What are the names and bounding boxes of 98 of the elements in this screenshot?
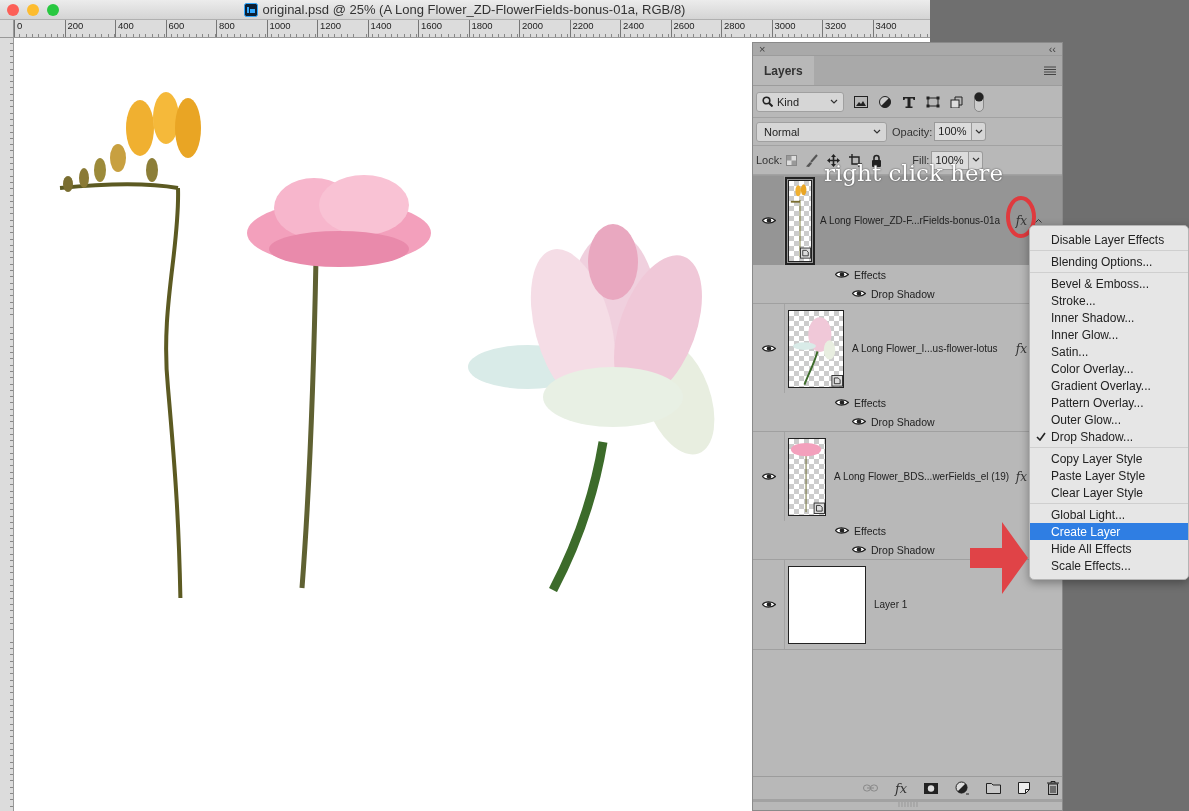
lock-label: Lock: [756, 154, 783, 166]
effects-label: Effects [854, 396, 886, 409]
search-icon [762, 96, 773, 107]
ruler-label: 2200 [569, 20, 620, 37]
filter-dropdown[interactable]: Kind [756, 91, 844, 112]
ruler-label: 200 [64, 20, 115, 37]
new-layer-icon[interactable] [1018, 782, 1031, 794]
ruler-label: 2600 [670, 20, 721, 37]
menu-item[interactable]: Stroke... [1030, 292, 1188, 309]
collapse-button[interactable]: ‹‹ [1048, 43, 1056, 55]
pointer-arrow [970, 522, 1028, 594]
menu-item[interactable]: Drop Shadow... [1030, 428, 1188, 445]
ruler-label: 3400 [872, 20, 923, 37]
layer-name: A Long Flower_I...us-flower-lotus [852, 343, 999, 354]
dropdown-button[interactable] [972, 122, 987, 141]
visibility-eye-icon[interactable] [835, 270, 849, 279]
close-button[interactable]: × [759, 43, 766, 55]
menu-item[interactable]: Clear Layer Style [1030, 484, 1188, 501]
menu-item[interactable]: Disable Layer Effects [1030, 231, 1188, 248]
menu-item[interactable]: Bevel & Emboss... [1030, 275, 1188, 292]
image-icon[interactable] [854, 95, 868, 108]
menu-item[interactable]: Inner Glow... [1030, 326, 1188, 343]
effect-name: Drop Shadow [871, 543, 935, 556]
layer-name: Layer 1 [874, 599, 909, 610]
menu-item[interactable]: Pattern Overlay... [1030, 394, 1188, 411]
ruler-label: 2400 [620, 20, 671, 37]
effect-name: Drop Shadow [871, 415, 935, 428]
ruler-label: 3000 [771, 20, 822, 37]
ruler-label: 0 [14, 20, 65, 37]
ruler-label: 800 [216, 20, 267, 37]
effects-label: Effects [854, 524, 886, 537]
visibility-eye-icon[interactable] [835, 398, 849, 407]
visibility-eye-icon[interactable] [852, 545, 866, 554]
menu-item[interactable]: Hide All Effects [1030, 540, 1188, 557]
caret-up-icon[interactable] [1035, 218, 1042, 223]
menu-item[interactable]: Satin... [1030, 343, 1188, 360]
mask-icon[interactable] [924, 782, 939, 794]
folder-icon[interactable] [986, 782, 1002, 794]
ruler-label: 400 [115, 20, 166, 37]
visibility-eye-icon[interactable] [835, 526, 849, 535]
menu-item[interactable]: Blending Options... [1030, 253, 1188, 270]
menu-item[interactable]: Color Overlay... [1030, 360, 1188, 377]
visibility-eye-icon[interactable] [852, 289, 866, 298]
chevron-down-icon [974, 128, 983, 135]
visibility-eye-icon[interactable] [761, 472, 776, 481]
ruler-label: 1800 [468, 20, 519, 37]
layer-name: A Long Flower_ZD-F...rFields-bonus-01a [820, 215, 1002, 226]
menu-icon[interactable] [1044, 66, 1056, 75]
half-circle-icon[interactable] [955, 781, 970, 795]
chevron-down-icon [971, 157, 980, 163]
layer-row[interactable]: Layer 1 [753, 560, 1029, 649]
fill-label: Fill: [912, 154, 930, 166]
ruler-label: 1200 [317, 20, 368, 37]
menu-item[interactable]: Inner Shadow... [1030, 309, 1188, 326]
visibility-eye-icon[interactable] [761, 600, 776, 609]
fx-label: fx [1015, 469, 1027, 484]
fx-label: fx [1015, 213, 1027, 228]
visibility-eye-icon[interactable] [761, 216, 776, 225]
menu-item[interactable]: Create Layer [1030, 523, 1188, 540]
ruler-label: 600 [165, 20, 216, 37]
layer-name: A Long Flower_BDS...werFields_el (19) [834, 471, 1011, 482]
brush-icon[interactable] [806, 153, 819, 167]
ruler-label: 2800 [721, 20, 772, 37]
ruler-label: 1600 [418, 20, 469, 37]
checker-icon[interactable] [786, 154, 798, 166]
effects-label: Effects [854, 268, 886, 281]
trash-icon[interactable] [1047, 781, 1060, 795]
ruler-label: 2000 [519, 20, 570, 37]
ruler-label: 1400 [367, 20, 418, 37]
type-icon[interactable] [902, 95, 916, 108]
ruler-label: 1000 [266, 20, 317, 37]
window-title: original.psd @ 25% (A Long Flower_ZD-FlowerFields-bonus-01a, RGB/8) [262, 2, 686, 17]
document-stack-icon[interactable] [950, 95, 964, 108]
menu-item[interactable]: Paste Layer Style [1030, 467, 1188, 484]
effect-name: Drop Shadow [871, 287, 935, 300]
annotation-circle [1005, 195, 1037, 239]
ruler-label: 3200 [822, 20, 873, 37]
fx-label: fx [1015, 341, 1027, 356]
menu-item[interactable]: Global Light... [1030, 506, 1188, 523]
layer-row[interactable]: A Long Flower_I...us-flower-lotus fx [753, 304, 1029, 393]
add-style-button[interactable]: fx [895, 780, 908, 796]
menu-item[interactable]: Gradient Overlay... [1030, 377, 1188, 394]
visibility-eye-icon[interactable] [852, 417, 866, 426]
toggle-switch-icon[interactable] [974, 91, 984, 112]
menu-item[interactable]: Scale Effects... [1030, 557, 1188, 574]
blend-mode-dropdown[interactable]: Normal [756, 121, 887, 142]
half-circle-icon[interactable] [878, 95, 892, 108]
menu-item[interactable]: Outer Glow... [1030, 411, 1188, 428]
chevron-down-icon [873, 128, 881, 135]
chevron-down-icon [830, 98, 838, 105]
menu-item[interactable]: Copy Layer Style [1030, 450, 1188, 467]
opacity-field[interactable]: 100% [934, 122, 973, 141]
layer-row[interactable]: A Long Flower_BDS...werFields_el (19) fx [753, 432, 1029, 521]
opacity-label: Opacity: [892, 125, 933, 138]
transform-icon[interactable] [926, 95, 940, 108]
document-icon [243, 2, 258, 17]
panel-tab[interactable]: Layers [753, 56, 814, 85]
visibility-eye-icon[interactable] [761, 344, 776, 353]
